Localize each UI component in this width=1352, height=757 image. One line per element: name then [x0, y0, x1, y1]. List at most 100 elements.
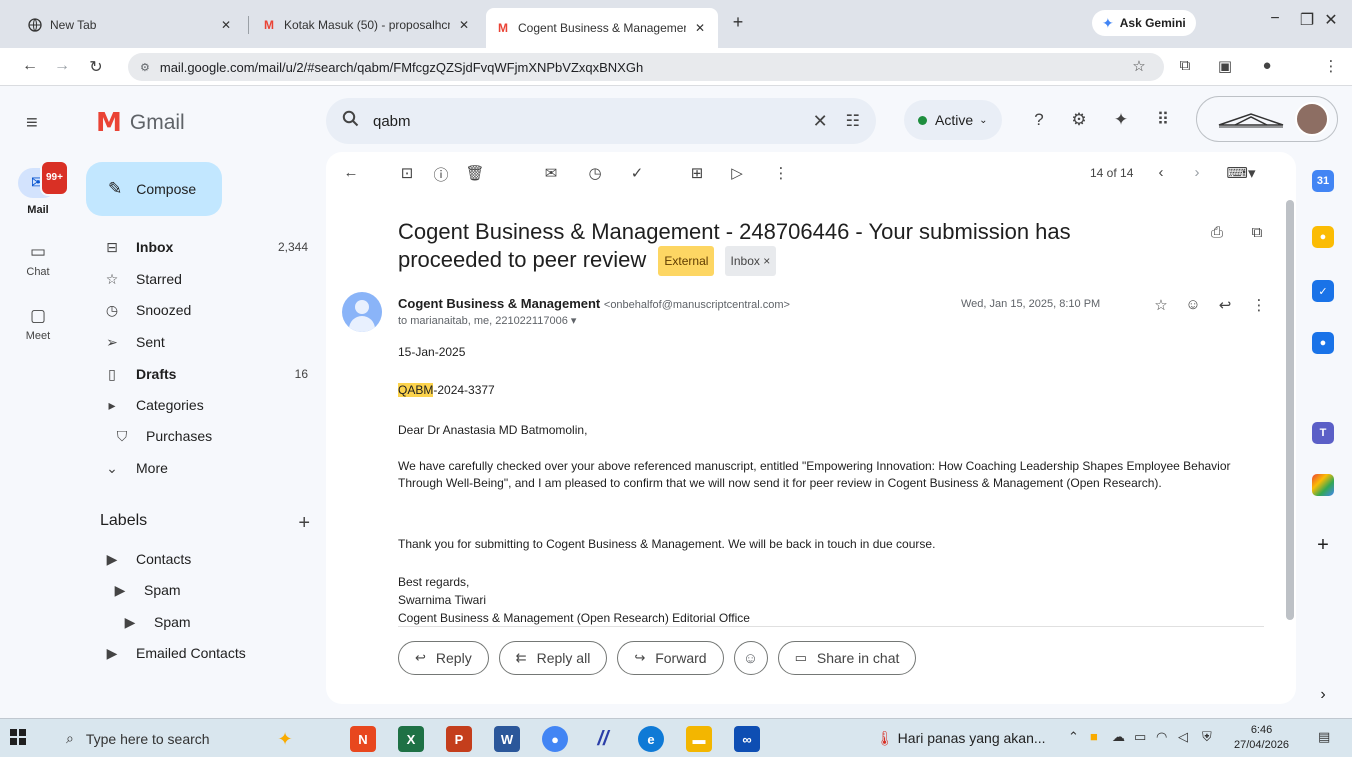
- snooze-icon[interactable]: ◷: [584, 164, 606, 182]
- ask-gemini-button[interactable]: ✦ Ask Gemini: [1092, 10, 1196, 36]
- tray-app-icon[interactable]: ■: [1090, 729, 1098, 744]
- extensions-icon[interactable]: ⧉: [1174, 57, 1196, 74]
- main-menu-icon[interactable]: ≡: [26, 112, 38, 135]
- wifi-icon[interactable]: ◠: [1156, 729, 1167, 745]
- notifications-icon[interactable]: ▤: [1318, 729, 1330, 745]
- recipients[interactable]: to marianaitab, me, 221022117006 ▾: [398, 314, 576, 327]
- app-addon-icon[interactable]: [1312, 474, 1334, 496]
- word-icon[interactable]: W: [494, 726, 520, 752]
- profile-icon[interactable]: ●: [1256, 57, 1278, 74]
- gmail-logo[interactable]: M Gmail: [96, 108, 185, 138]
- email-scrollbar[interactable]: [1284, 200, 1296, 620]
- calendar-icon[interactable]: 31: [1312, 170, 1334, 192]
- copilot-sparkle-icon[interactable]: ✦: [272, 726, 298, 752]
- browser-menu-icon[interactable]: ⋮: [1320, 57, 1342, 75]
- reload-icon[interactable]: ↻: [86, 57, 106, 77]
- file-explorer-icon[interactable]: ▬: [686, 726, 712, 752]
- show-hidden-icons[interactable]: ⌃: [1068, 729, 1079, 745]
- windows-start-icon[interactable]: [10, 729, 26, 750]
- emoji-react-icon[interactable]: ☺: [1182, 296, 1204, 313]
- volume-icon[interactable]: ◁: [1178, 729, 1188, 745]
- app-icon[interactable]: N: [350, 726, 376, 752]
- battery-icon[interactable]: ▭: [1134, 729, 1146, 745]
- add-label-icon[interactable]: +: [298, 512, 310, 535]
- sidebar-item-more[interactable]: ⌄ More: [86, 453, 318, 483]
- share-in-chat-button[interactable]: ▭ Share in chat: [777, 641, 917, 675]
- tab-kotak-masuk[interactable]: M Kotak Masuk (50) - proposalhcn ✕: [252, 8, 482, 42]
- chrome-icon[interactable]: ●: [542, 726, 568, 752]
- settings-gear-icon[interactable]: ⚙: [1066, 110, 1092, 130]
- rail-meet[interactable]: ▢ Meet: [0, 306, 76, 342]
- gemini-icon[interactable]: ✦: [1108, 110, 1134, 130]
- teams-icon[interactable]: T: [1312, 422, 1334, 444]
- sidebar-label-spam[interactable]: ▶ Spam: [86, 575, 318, 605]
- add-task-icon[interactable]: ✓: [626, 164, 648, 182]
- tab-new-tab[interactable]: New Tab ✕: [18, 8, 244, 42]
- edge-icon[interactable]: e: [638, 726, 664, 752]
- report-spam-icon[interactable]: ⓘ: [430, 164, 452, 185]
- forward-arrow-icon[interactable]: →: [52, 57, 72, 75]
- apps-grid-icon[interactable]: ⠿: [1150, 110, 1176, 130]
- taskbar-search[interactable]: ⌕ Type here to search: [46, 723, 266, 754]
- sidebar-item-starred[interactable]: ☆ Starred: [86, 264, 318, 294]
- add-addon-icon[interactable]: +: [1312, 534, 1334, 556]
- search-options-icon[interactable]: ☷: [846, 111, 860, 131]
- sidebar-item-snoozed[interactable]: ◷ Snoozed: [86, 295, 318, 325]
- compose-button[interactable]: ✎ Compose: [86, 162, 222, 216]
- rail-chat[interactable]: ▭ Chat: [0, 242, 76, 278]
- rail-mail[interactable]: ✉ 99+ Mail: [0, 160, 76, 216]
- forward-button[interactable]: ↪ Forward: [617, 641, 724, 675]
- scrollbar-thumb[interactable]: [1286, 200, 1294, 620]
- expand-panel-icon[interactable]: ›: [1312, 684, 1334, 706]
- sidebar-label-spam-sub[interactable]: ▶ Spam: [86, 607, 318, 637]
- sidebar-item-drafts[interactable]: ▯ Drafts 16: [86, 359, 318, 389]
- back-arrow-icon[interactable]: ←: [20, 57, 40, 75]
- search-icon[interactable]: [342, 110, 359, 132]
- system-clock[interactable]: 6:46 27/04/2026: [1234, 723, 1289, 753]
- close-tab-icon[interactable]: ✕: [692, 21, 708, 35]
- help-icon[interactable]: ?: [1026, 110, 1052, 130]
- close-window-icon[interactable]: ✕: [1308, 10, 1352, 30]
- close-tab-icon[interactable]: ✕: [218, 18, 234, 32]
- reply-all-button[interactable]: ⇇ Reply all: [498, 641, 608, 675]
- inbox-tag[interactable]: Inbox ×: [724, 246, 777, 277]
- onedrive-icon[interactable]: ☁: [1112, 729, 1125, 745]
- contacts-icon[interactable]: ●: [1312, 332, 1334, 354]
- side-panel-icon[interactable]: ▣: [1214, 57, 1236, 75]
- label-icon[interactable]: ▷: [726, 164, 748, 182]
- sidebar-label-contacts[interactable]: ▶ Contacts: [86, 544, 318, 574]
- clear-search-icon[interactable]: ✕: [813, 111, 828, 132]
- archive-icon[interactable]: ⊡: [396, 164, 418, 182]
- reply-button[interactable]: ↩ Reply: [398, 641, 489, 675]
- sidebar-item-categories[interactable]: ▸ Categories: [86, 390, 318, 420]
- bookmark-star-icon[interactable]: ☆: [1128, 57, 1150, 75]
- emoji-reaction-button[interactable]: ☺: [733, 641, 768, 675]
- security-icon[interactable]: ⛨: [1202, 729, 1212, 745]
- url-field[interactable]: ⚙ mail.google.com/mail/u/2/#search/qabm/…: [128, 53, 1164, 81]
- print-icon[interactable]: ⎙: [1206, 224, 1228, 241]
- search-input[interactable]: [373, 112, 805, 130]
- new-tab-button[interactable]: +: [726, 12, 750, 33]
- open-new-window-icon[interactable]: ⧉: [1246, 224, 1268, 241]
- keep-icon[interactable]: ●: [1312, 226, 1334, 248]
- weather-widget[interactable]: 🌡 Hari panas yang akan...: [876, 730, 1046, 747]
- reply-arrow-icon[interactable]: ↩: [1214, 296, 1236, 314]
- move-to-icon[interactable]: ⊞: [686, 164, 708, 182]
- powerpoint-icon[interactable]: P: [446, 726, 472, 752]
- more-options-icon[interactable]: ⋮: [770, 164, 792, 182]
- sidebar-item-sent[interactable]: ➢ Sent: [86, 327, 318, 357]
- status-dropdown[interactable]: Active ⌄: [904, 100, 1002, 140]
- tab-cogent-business[interactable]: M Cogent Business & Managemer ✕: [486, 8, 718, 48]
- mark-unread-icon[interactable]: ✉: [540, 164, 562, 182]
- next-email-icon[interactable]: ›: [1186, 164, 1208, 181]
- sidebar-label-emailed-contacts[interactable]: ▶ Emailed Contacts: [86, 638, 318, 668]
- tasks-icon[interactable]: ✓: [1312, 280, 1334, 302]
- site-info-icon[interactable]: ⚙: [140, 61, 150, 74]
- keyboard-input-icon[interactable]: ⌨▾: [1224, 164, 1258, 182]
- meeting-app-icon[interactable]: ∞: [734, 726, 760, 752]
- excel-icon[interactable]: X: [398, 726, 424, 752]
- account-switcher[interactable]: [1196, 96, 1338, 142]
- close-tab-icon[interactable]: ✕: [456, 18, 472, 32]
- delete-icon[interactable]: 🗑: [464, 164, 486, 182]
- star-email-icon[interactable]: ☆: [1150, 296, 1172, 314]
